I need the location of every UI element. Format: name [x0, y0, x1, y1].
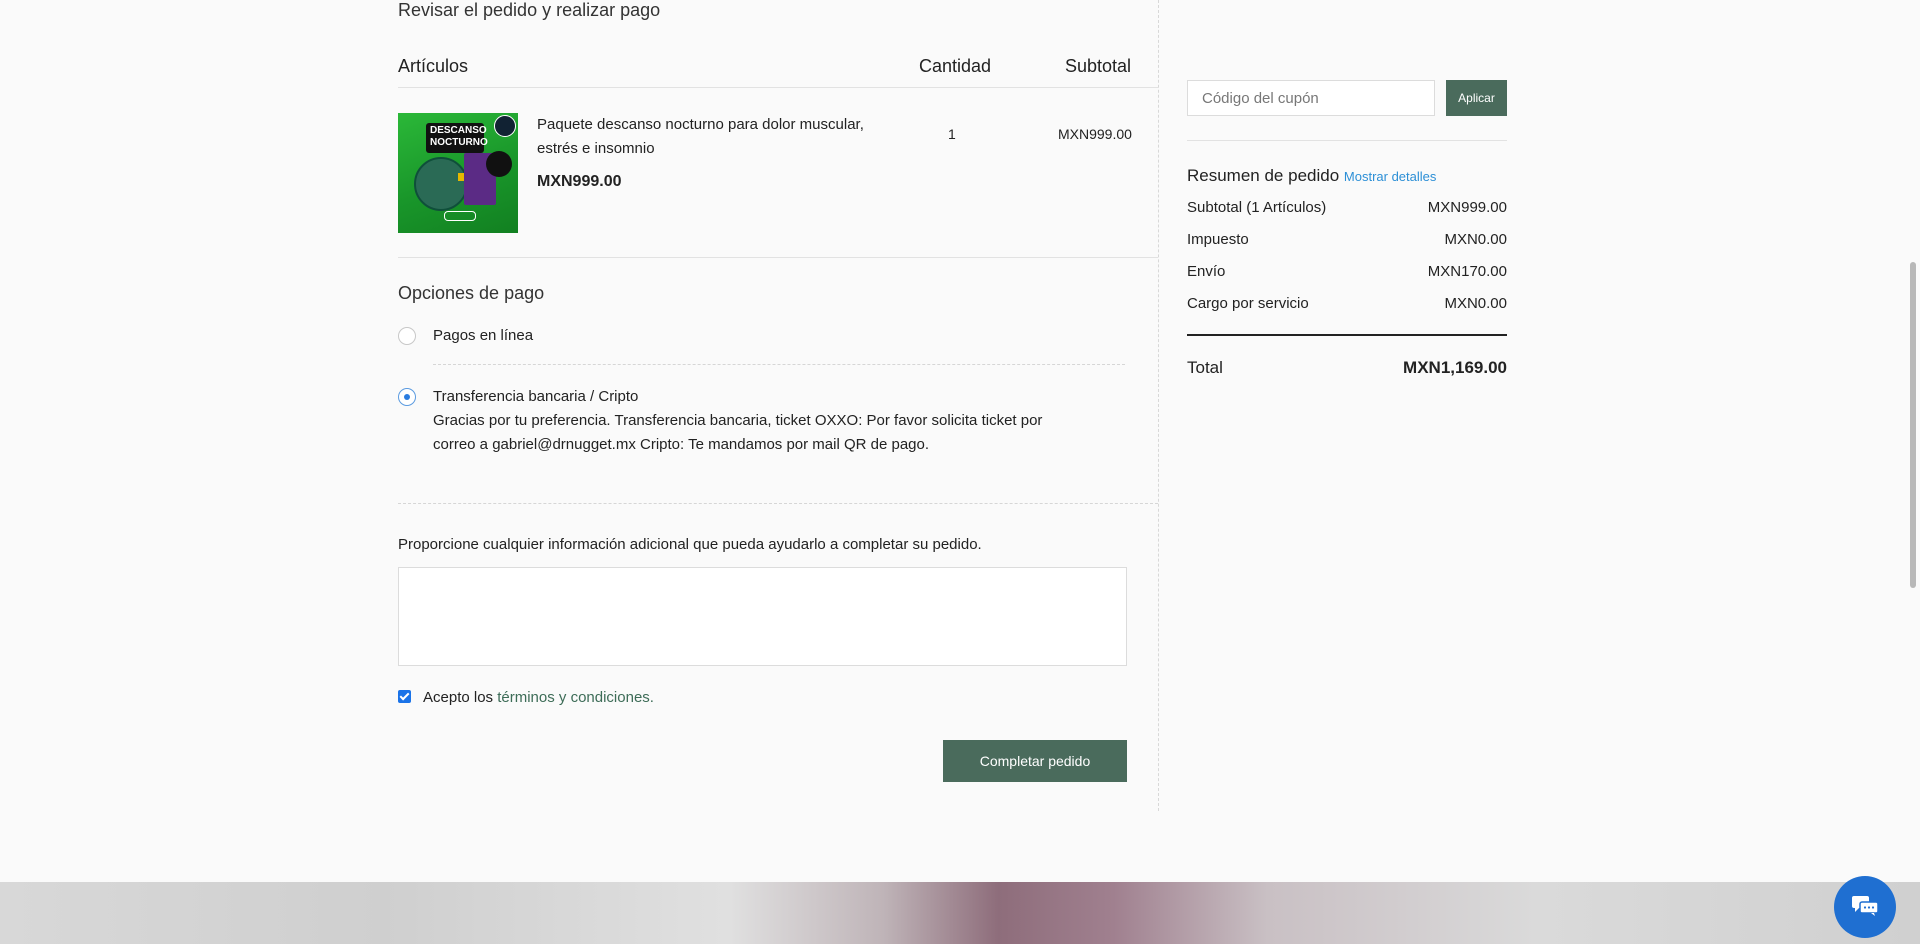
product-quantity: 1 — [948, 126, 956, 142]
checkout-main: Revisar el pedido y realizar pago Artícu… — [398, 0, 1159, 811]
header-divider — [398, 87, 1158, 88]
coupon-input[interactable] — [1187, 80, 1435, 116]
product-name: Paquete descanso nocturno para dolor mus… — [537, 116, 864, 157]
total-value: MXN1,169.00 — [1403, 358, 1507, 377]
payment-option-transfer-radio[interactable] — [398, 388, 416, 406]
summary-row-value: MXN0.00 — [1444, 231, 1507, 248]
summary-total: Total MXN1,169.00 — [1187, 358, 1507, 378]
terms-prefix: Acepto los — [423, 689, 494, 706]
summary-row-label: Cargo por servicio — [1187, 295, 1309, 312]
summary-row-service-fee: Cargo por servicio MXN0.00 — [1187, 295, 1507, 312]
summary-heading: Resumen de pedido — [1187, 166, 1340, 185]
payment-option-transfer-label[interactable]: Transferencia bancaria / Cripto — [433, 388, 638, 405]
product-subtotal: MXN999.00 — [1058, 126, 1132, 142]
chat-bubbles-icon — [1852, 896, 1878, 916]
coupon-divider — [1187, 140, 1507, 141]
payment-option-transfer-description: Gracias por tu preferencia. Transferenci… — [433, 412, 1043, 453]
footer-hero-image — [0, 882, 1920, 944]
summary-row-label: Impuesto — [1187, 231, 1249, 248]
summary-row-label: Envío — [1187, 263, 1226, 280]
payment-option-divider — [433, 364, 1125, 365]
terms-link[interactable]: términos y condiciones. — [497, 689, 654, 706]
summary-row-label: Subtotal (1 Artículos) — [1187, 199, 1327, 216]
product-image-text: DESCANSO NOCTURNO — [430, 125, 488, 148]
column-header-quantity: Cantidad — [919, 56, 992, 76]
summary-row-tax: Impuesto MXN0.00 — [1187, 231, 1507, 248]
chat-button[interactable] — [1834, 876, 1896, 938]
payment-options-heading: Opciones de pago — [398, 283, 545, 303]
terms-text: Acepto los términos y condiciones. — [423, 689, 654, 706]
column-header-subtotal: Subtotal — [1065, 56, 1132, 76]
page-scrollbar[interactable] — [1910, 262, 1916, 588]
summary-row-subtotal: Subtotal (1 Artículos) MXN999.00 — [1187, 199, 1507, 216]
total-label: Total — [1187, 358, 1223, 377]
apply-coupon-button[interactable]: Aplicar — [1446, 80, 1507, 116]
total-divider — [1187, 334, 1507, 336]
product-image: DESCANSO NOCTURNO — [398, 113, 518, 233]
summary-heading-line: Resumen de pedido Mostrar detalles — [1187, 166, 1436, 186]
additional-info-textarea[interactable] — [398, 567, 1127, 666]
show-details-link[interactable]: Mostrar detalles — [1344, 169, 1436, 184]
payment-option-online-radio[interactable] — [398, 327, 416, 345]
complete-order-button[interactable]: Completar pedido — [943, 740, 1127, 782]
column-header-items: Artículos — [398, 56, 469, 76]
product-price: MXN999.00 — [537, 173, 622, 190]
summary-row-value: MXN999.00 — [1427, 199, 1507, 216]
page-title: Revisar el pedido y realizar pago — [398, 0, 661, 20]
summary-row-value: MXN0.00 — [1444, 295, 1507, 312]
summary-row-shipping: Envío MXN170.00 — [1187, 263, 1507, 280]
terms-checkbox[interactable] — [398, 690, 411, 703]
product-divider — [398, 257, 1158, 258]
payment-section-divider — [398, 503, 1158, 504]
payment-option-online-label[interactable]: Pagos en línea — [433, 327, 533, 344]
summary-row-value: MXN170.00 — [1427, 263, 1507, 280]
additional-info-label: Proporcione cualquier información adicio… — [398, 536, 982, 553]
